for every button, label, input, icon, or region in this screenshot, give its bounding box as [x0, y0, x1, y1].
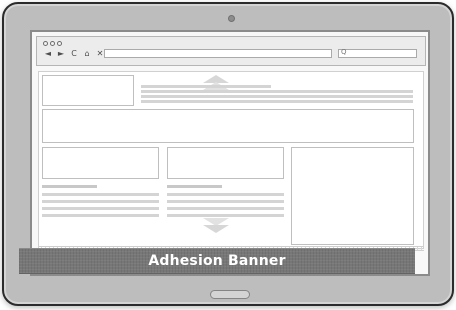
content-card-left	[42, 147, 159, 179]
page-wireframe	[38, 71, 424, 249]
tablet-home-button[interactable]	[210, 290, 250, 299]
column-text-line	[167, 214, 284, 217]
column-text-line	[167, 185, 222, 188]
search-field[interactable]: Q	[338, 48, 417, 58]
forward-button[interactable]: ►	[56, 49, 66, 59]
header-line	[141, 95, 413, 98]
header-line	[141, 85, 271, 88]
window-controls	[43, 41, 62, 46]
window-close-button[interactable]	[43, 41, 48, 46]
address-bar[interactable]	[104, 49, 332, 58]
scroll-down-icon[interactable]	[203, 225, 229, 233]
column-text-line	[42, 185, 97, 188]
camera-icon	[228, 15, 235, 22]
logo-placeholder	[42, 75, 134, 106]
window-zoom-button[interactable]	[57, 41, 62, 46]
adhesion-banner[interactable]: Adhesion Banner	[19, 248, 415, 274]
column-text-line	[42, 193, 159, 196]
sidebar-ad-placeholder	[291, 147, 414, 245]
column-text-line	[167, 207, 284, 210]
refresh-button[interactable]: C	[69, 49, 79, 59]
content-card-middle	[167, 147, 284, 179]
home-button[interactable]: ⌂	[82, 49, 92, 59]
hero-placeholder	[42, 109, 414, 143]
browser-toolbar: ◄ ► C ⌂ ✕ + Q	[36, 36, 426, 66]
tablet-screen: ◄ ► C ⌂ ✕ + Q	[30, 30, 430, 276]
header-line	[141, 100, 413, 103]
column-text-line	[42, 207, 159, 210]
banner-label: Adhesion Banner	[148, 253, 286, 269]
window-minimize-button[interactable]	[50, 41, 55, 46]
column-text-line	[42, 214, 159, 217]
header-line	[141, 90, 413, 93]
search-icon: Q	[341, 48, 347, 56]
tablet-device: ◄ ► C ⌂ ✕ + Q	[2, 2, 454, 306]
column-text-line	[42, 200, 159, 203]
column-text-line	[167, 200, 284, 203]
column-text-line	[167, 193, 284, 196]
back-button[interactable]: ◄	[43, 49, 53, 59]
